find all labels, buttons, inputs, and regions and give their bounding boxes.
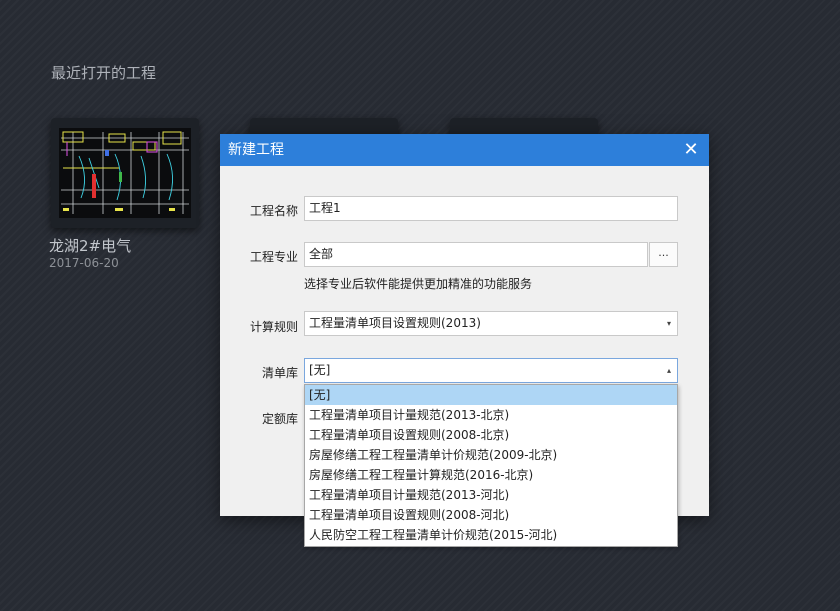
dropdown-option[interactable]: 人民防空工程工程量清单计价规范(2015-河北) — [305, 525, 677, 545]
project-name-label: 工程名称 — [249, 204, 298, 218]
chevron-down-icon: ▾ — [666, 319, 671, 328]
chevron-up-icon: ▴ — [666, 366, 671, 375]
bill-lib-value: [无] — [309, 363, 331, 377]
project-card[interactable] — [51, 118, 199, 228]
project-date: 2017-06-20 — [49, 256, 119, 270]
recent-projects-title: 最近打开的工程 — [51, 64, 157, 82]
dropdown-option[interactable]: 房屋修缮工程工程量清单计价规范(2009-北京) — [305, 445, 677, 465]
dropdown-option[interactable]: 工程量清单项目计量规范(2013-河北) — [305, 485, 677, 505]
project-name-input[interactable]: 工程1 — [304, 196, 678, 221]
bill-lib-dropdown: [无] 工程量清单项目计量规范(2013-北京) 工程量清单项目设置规则(200… — [304, 384, 678, 547]
dialog-header: 新建工程 ✕ — [220, 134, 709, 166]
dialog-title: 新建工程 — [228, 142, 284, 158]
dropdown-option[interactable]: 工程量清单项目设置规则(2008-河北) — [305, 505, 677, 525]
calc-rule-select[interactable]: 工程量清单项目设置规则(2013) ▾ — [304, 311, 678, 336]
close-icon[interactable]: ✕ — [681, 140, 701, 160]
dropdown-option[interactable]: 工程量清单项目设置规则(2008-北京) — [305, 425, 677, 445]
bill-lib-label: 清单库 — [261, 366, 298, 380]
bill-lib-select[interactable]: [无] ▴ — [304, 358, 678, 383]
dropdown-option[interactable]: 工程量清单项目计量规范(2013-北京) — [305, 405, 677, 425]
specialty-browse-button[interactable]: ... — [649, 242, 678, 267]
project-thumbnail — [59, 128, 191, 218]
project-specialty-label: 工程专业 — [249, 250, 298, 264]
specialty-hint: 选择专业后软件能提供更加精准的功能服务 — [304, 277, 533, 291]
project-name[interactable]: 龙湖2#电气 — [49, 235, 131, 256]
calc-rule-value: 工程量清单项目设置规则(2013) — [309, 316, 481, 330]
calc-rule-label: 计算规则 — [249, 320, 298, 334]
dropdown-option[interactable]: 房屋修缮工程工程量计算规范(2016-北京) — [305, 465, 677, 485]
project-specialty-input[interactable]: 全部 — [304, 242, 648, 267]
quota-lib-label: 定额库 — [261, 412, 298, 426]
dropdown-option[interactable]: [无] — [305, 385, 677, 405]
